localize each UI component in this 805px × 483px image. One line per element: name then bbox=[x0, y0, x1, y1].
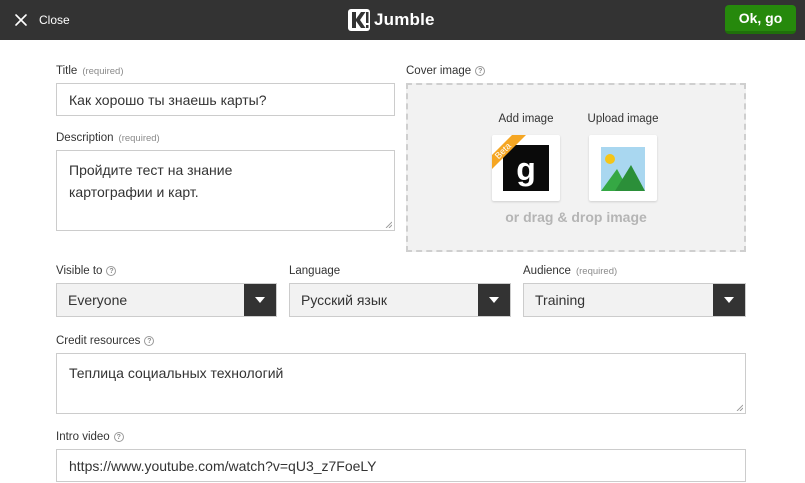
audience-value: Training bbox=[535, 292, 586, 308]
description-line-2: картографии и карт. bbox=[69, 184, 199, 200]
close-button[interactable]: Close bbox=[14, 0, 70, 40]
upload-image-label: Upload image bbox=[587, 113, 659, 125]
upload-image-button[interactable] bbox=[589, 135, 657, 201]
add-image-label: Add image bbox=[498, 113, 554, 125]
description-label-text: Description bbox=[56, 132, 114, 144]
intro-video-value: https://www.youtube.com/watch?v=qU3_z7Fo… bbox=[69, 457, 377, 474]
intro-video-label: Intro video ? bbox=[56, 430, 124, 444]
help-icon[interactable]: ? bbox=[106, 266, 117, 276]
audience-label-text: Audience bbox=[523, 265, 571, 277]
getty-images-icon: g Beta bbox=[492, 135, 549, 191]
credit-resources-label-text: Credit resources bbox=[56, 335, 141, 347]
close-icon bbox=[15, 14, 27, 26]
chevron-down-icon[interactable] bbox=[713, 284, 745, 316]
title-input[interactable]: Как хорошо ты знаешь карты? bbox=[56, 83, 395, 116]
getty-letter: g bbox=[516, 151, 536, 187]
title-required: (required) bbox=[82, 65, 124, 77]
close-label: Close bbox=[39, 13, 70, 27]
cover-image-label-text: Cover image bbox=[406, 65, 472, 77]
top-bar: Close Jumble Ok, go bbox=[0, 0, 805, 40]
audience-select[interactable]: Training bbox=[523, 283, 746, 317]
resize-handle-icon[interactable] bbox=[736, 404, 743, 411]
title-label-text: Title bbox=[56, 65, 78, 77]
kahoot-k-icon bbox=[348, 9, 370, 31]
drag-drop-text: or drag & drop image bbox=[505, 209, 647, 225]
description-line-1: Пройдите тест на знание bbox=[69, 162, 233, 178]
chevron-down-icon[interactable] bbox=[478, 284, 510, 316]
language-label: Language bbox=[289, 264, 340, 278]
cover-image-dropzone[interactable]: Add image g Beta Upload image or drag & … bbox=[406, 83, 746, 252]
brand-name: Jumble bbox=[374, 10, 435, 29]
visible-to-label: Visible to ? bbox=[56, 264, 117, 278]
visible-to-select[interactable]: Everyone bbox=[56, 283, 277, 317]
help-icon[interactable]: ? bbox=[475, 66, 486, 76]
description-required: (required) bbox=[118, 132, 160, 144]
language-label-text: Language bbox=[289, 265, 341, 277]
visible-to-label-text: Visible to bbox=[56, 265, 103, 277]
visible-to-value: Everyone bbox=[68, 292, 128, 308]
image-upload-icon bbox=[601, 147, 645, 191]
credit-resources-label: Credit resources ? bbox=[56, 334, 155, 348]
language-value: Русский язык bbox=[301, 292, 388, 308]
resize-handle-icon[interactable] bbox=[385, 221, 392, 228]
title-label: Title (required) bbox=[56, 64, 124, 78]
brand-logo: Jumble bbox=[348, 7, 435, 33]
language-select[interactable]: Русский язык bbox=[289, 283, 511, 317]
title-value: Как хорошо ты знаешь карты? bbox=[69, 91, 267, 108]
audience-required: (required) bbox=[575, 265, 618, 277]
audience-label: Audience (required) bbox=[523, 264, 617, 278]
chevron-down-icon[interactable] bbox=[244, 284, 276, 316]
credit-resources-textarea[interactable]: Теплица социальных технологий bbox=[56, 353, 746, 414]
cover-image-label: Cover image ? bbox=[406, 64, 486, 78]
add-image-button[interactable]: g Beta bbox=[492, 135, 560, 201]
intro-video-label-text: Intro video bbox=[56, 431, 110, 443]
help-icon[interactable]: ? bbox=[144, 336, 155, 346]
intro-video-input[interactable]: https://www.youtube.com/watch?v=qU3_z7Fo… bbox=[56, 449, 746, 482]
description-label: Description (required) bbox=[56, 131, 160, 145]
credit-resources-value: Теплица социальных технологий bbox=[69, 365, 284, 381]
description-textarea[interactable]: Пройдите тест на знание картографии и ка… bbox=[56, 150, 395, 231]
ok-go-button[interactable]: Ok, go bbox=[725, 5, 796, 34]
help-icon[interactable]: ? bbox=[113, 432, 124, 442]
